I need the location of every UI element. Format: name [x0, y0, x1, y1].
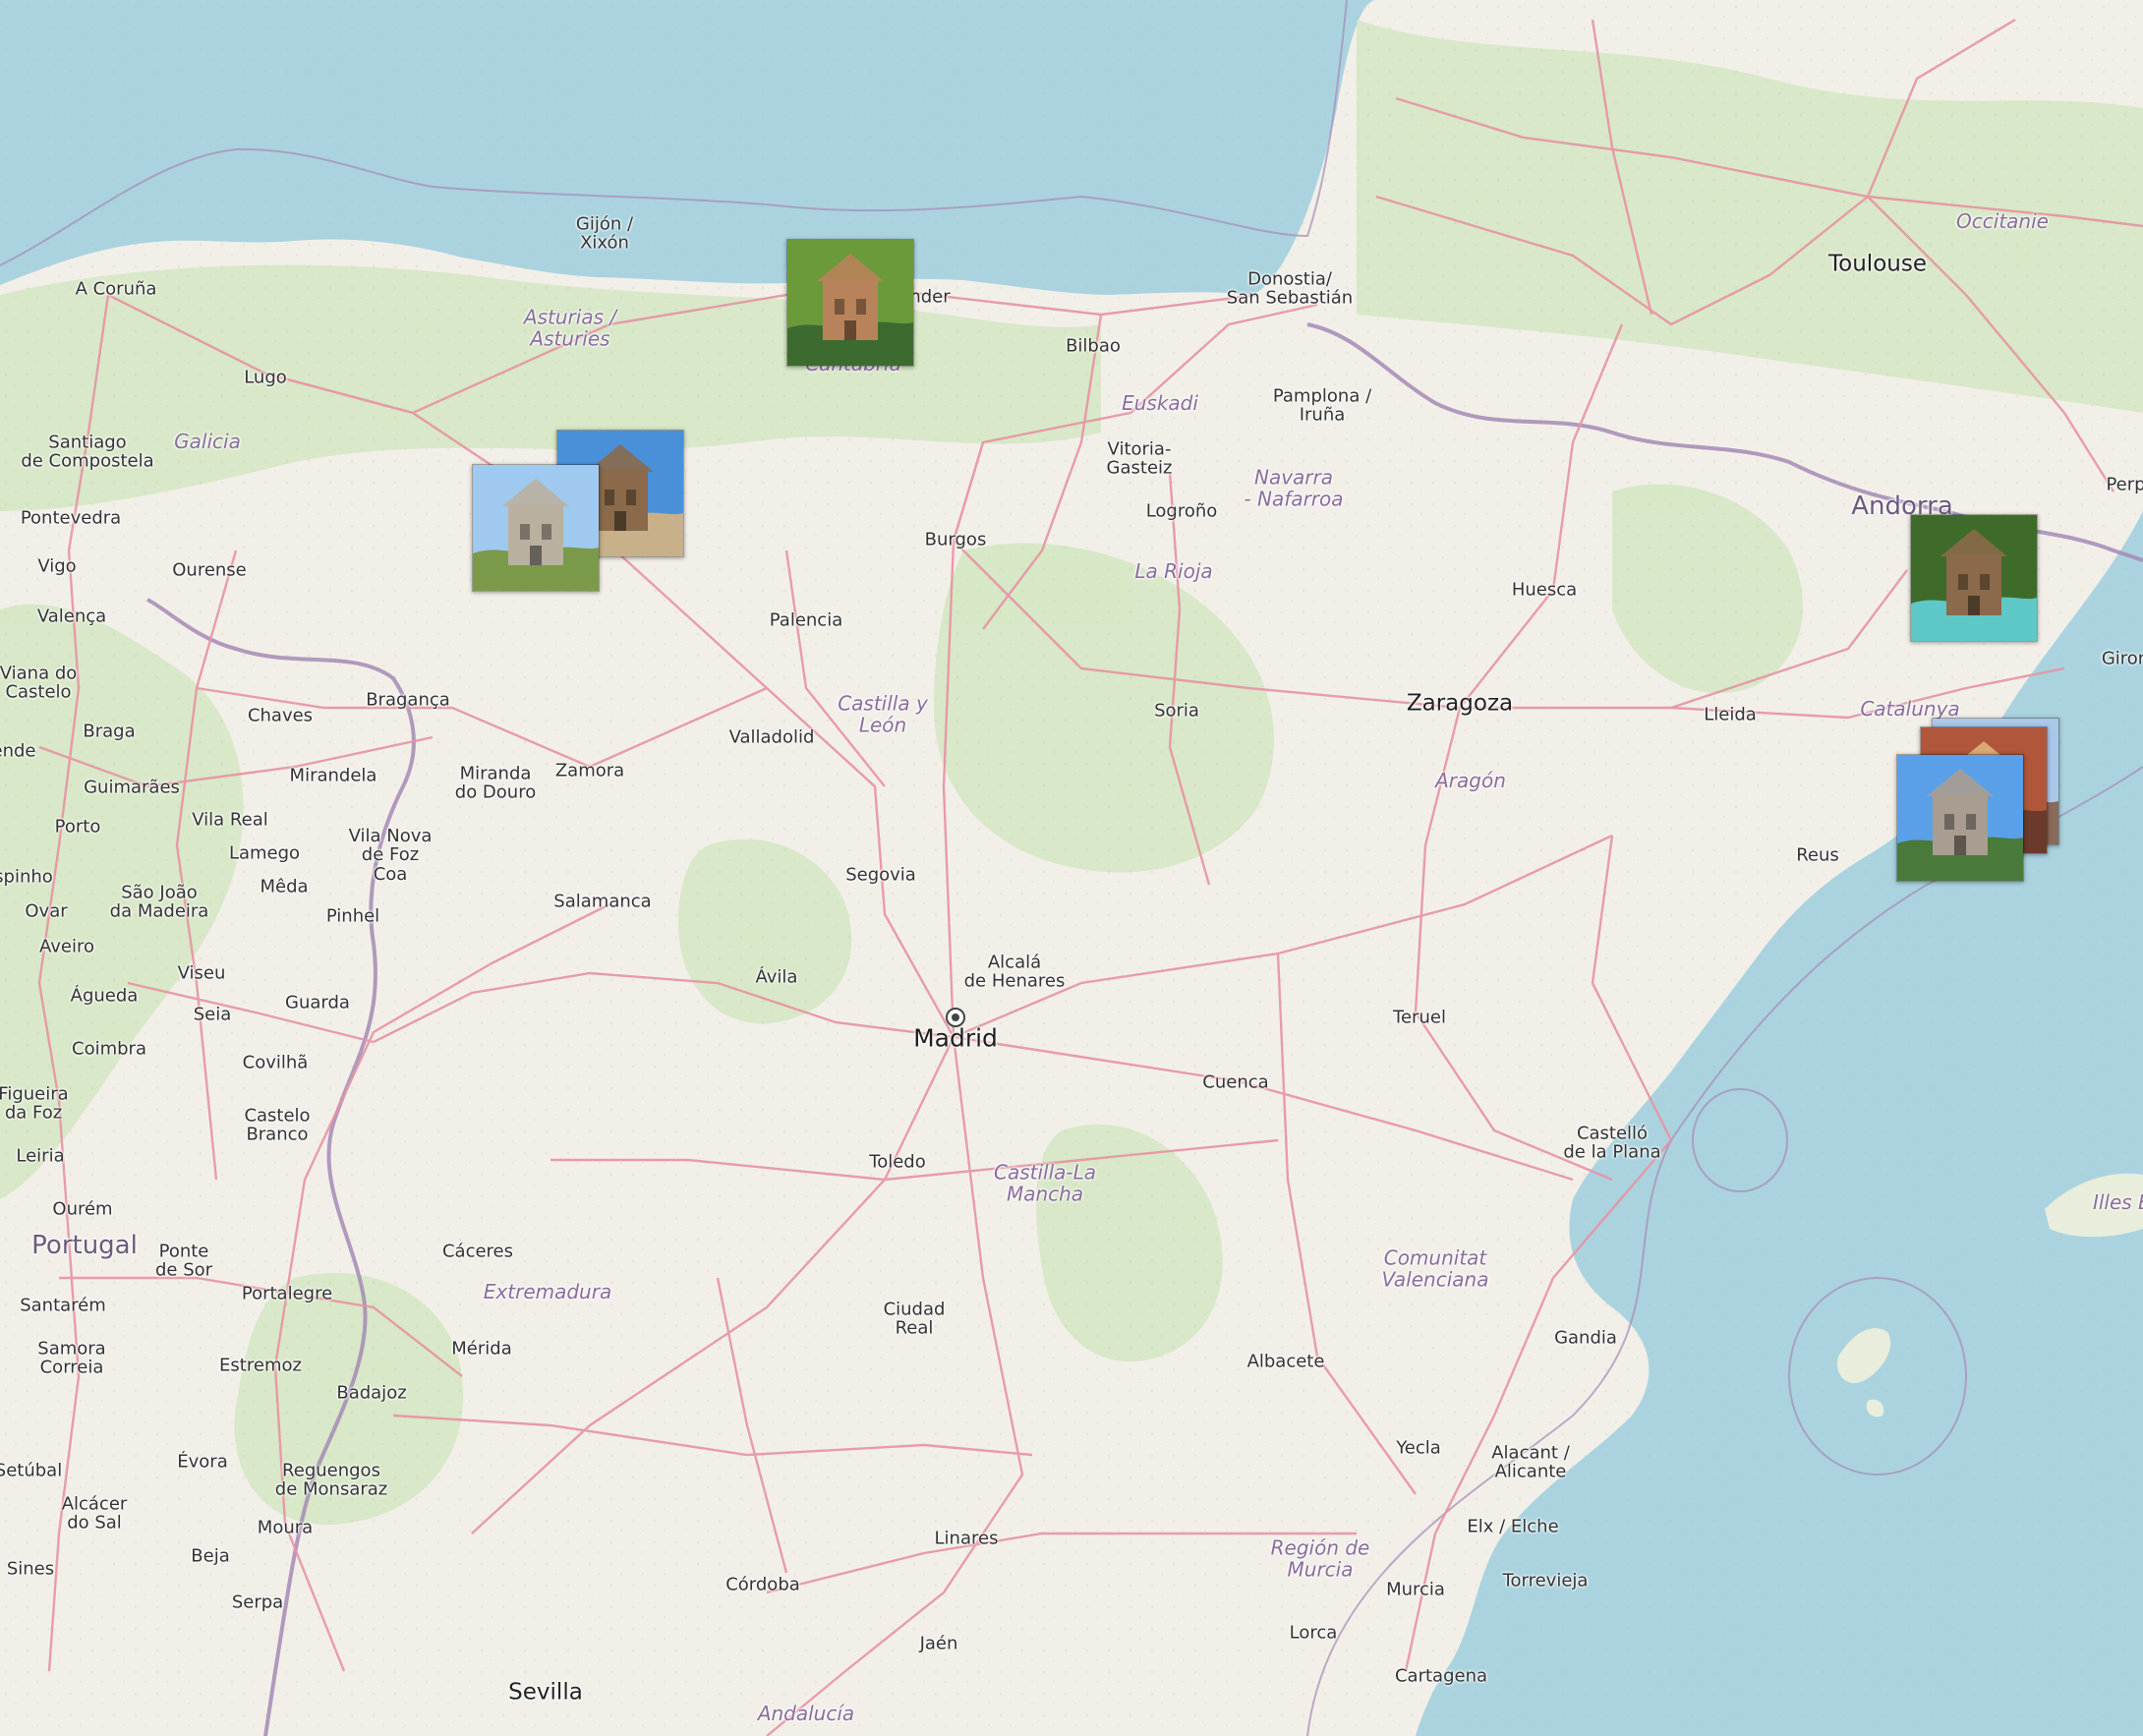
photo-marker[interactable] [1896, 754, 2024, 882]
map-base-layer [0, 0, 2143, 1736]
capital-marker-icon [946, 1008, 965, 1027]
photo-marker[interactable] [1910, 514, 2038, 642]
map-view[interactable]: Gijón / Xixón A Coruña Lugo Santiago de Com… [0, 0, 2143, 1736]
photo-marker[interactable] [472, 464, 600, 592]
photo-marker[interactable] [786, 239, 914, 367]
